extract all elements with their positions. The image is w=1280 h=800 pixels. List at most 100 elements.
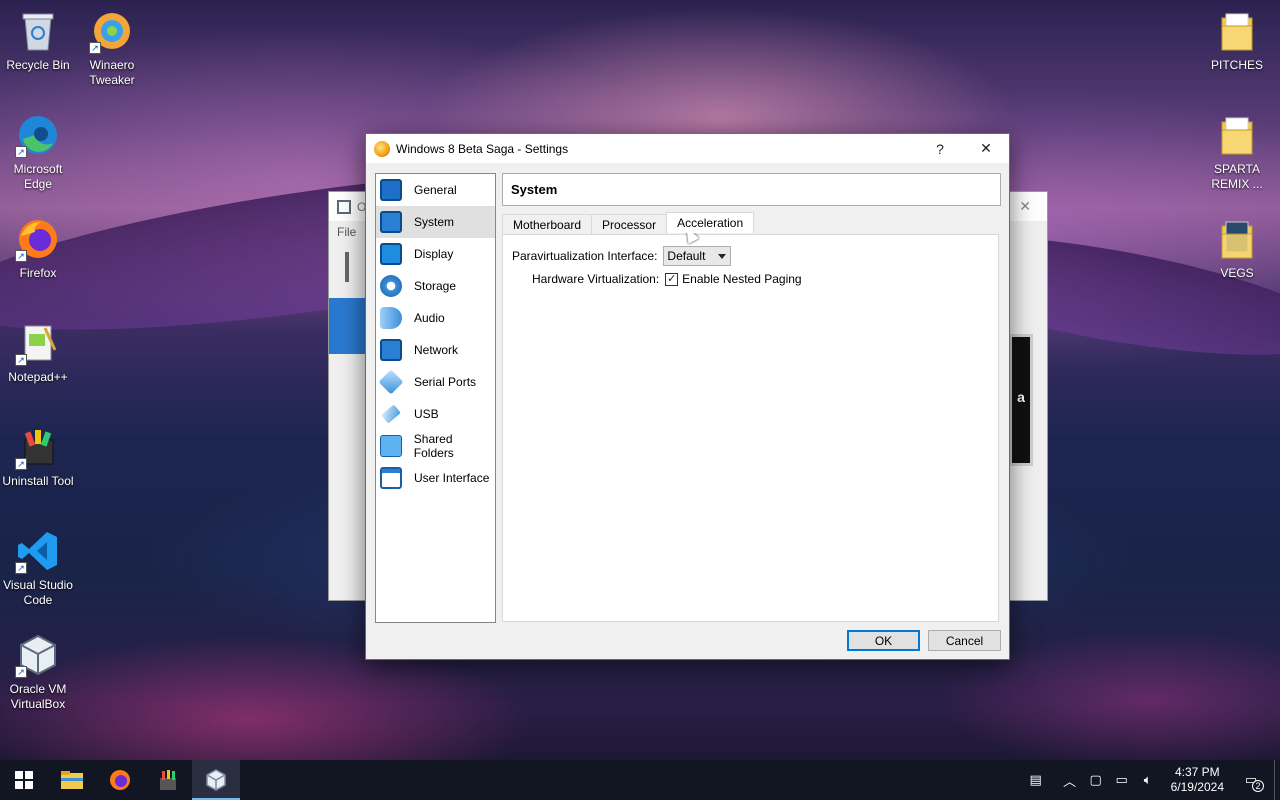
chevron-down-icon [718,254,727,259]
tab-motherboard[interactable]: Motherboard [502,214,593,235]
nav-item-label: Network [414,343,459,357]
taskbar-virtualbox[interactable] [192,760,240,800]
meet-now-icon[interactable]: ▢ [1085,770,1107,790]
system-icon [380,211,402,233]
desktop-icon-uninstall-tool[interactable]: ↗ Uninstall Tool [0,424,76,489]
dialog-title: Windows 8 Beta Saga - Settings [396,141,569,156]
nav-item-label: USB [414,407,439,421]
network-icon[interactable]: ▭ [1111,770,1133,790]
volume-icon[interactable]: 🔈︎ [1137,770,1159,790]
system-tray: ▤ ︿ ▢ ▭ 🔈︎ 4:37 PM 6/19/2024 ▭ 2 [1023,760,1280,800]
taskbar-uninstall-tool[interactable] [144,760,192,800]
nav-item-label: Display [414,247,454,261]
notification-center-icon[interactable]: ▭ 2 [1236,770,1266,792]
taskbar-firefox[interactable] [96,760,144,800]
virtualbox-icon: ↗ [15,632,61,678]
desktop-icon-label: PITCHES [1210,58,1263,72]
desktop-icon-label: Winaero Tweaker [89,58,135,87]
news-widget-icon[interactable]: ▤ [1025,770,1047,790]
section-title: System [502,173,1001,206]
shared-folders-icon [380,435,402,457]
desktop-icon-label: SPARTA REMIX ... [1211,162,1263,191]
desktop-icon-sparta-remix[interactable]: SPARTA REMIX ... [1199,112,1275,192]
paravirt-label: Paravirtualization Interface: [512,249,658,263]
cancel-button[interactable]: Cancel [928,630,1001,651]
user-interface-icon [380,467,402,489]
nav-item-shared-folders[interactable]: Shared Folders [376,430,495,462]
desktop-icon-pitches[interactable]: PITCHES [1199,8,1275,73]
ok-button[interactable]: OK [847,630,920,651]
close-icon[interactable]: ✕ [1019,198,1031,215]
tab-acceleration[interactable]: Acceleration [666,212,755,233]
start-button[interactable] [0,760,48,800]
display-icon [380,243,402,265]
nav-item-usb[interactable]: USB [376,398,495,430]
nav-item-user-interface[interactable]: User Interface [376,462,495,494]
nav-item-storage[interactable]: Storage [376,270,495,302]
nested-paging-label[interactable]: Enable Nested Paging [682,272,801,286]
nav-item-system[interactable]: System [376,206,495,238]
nav-item-label: System [414,215,455,229]
nav-item-label: Storage [414,279,457,293]
desktop-icon-winaero-tweaker[interactable]: ↗ Winaero Tweaker [74,8,150,88]
paravirt-value: Default [667,249,706,263]
desktop-icon-vscode[interactable]: ↗ Visual Studio Code [0,528,76,608]
nested-paging-checkbox[interactable]: ✓ [665,272,679,286]
network-icon [380,339,402,361]
notification-count: 2 [1252,780,1264,792]
desktop-icon-edge[interactable]: ↗ Microsoft Edge [0,112,76,192]
nav-item-serial-ports[interactable]: Serial Ports [376,366,495,398]
firefox-icon: ↗ [15,216,61,262]
desktop-icon-notepadpp[interactable]: ↗ Notepad++ [0,320,76,385]
settings-dialog[interactable]: Windows 8 Beta Saga - Settings ? ✕ Gener… [365,133,1010,660]
clock[interactable]: 4:37 PM 6/19/2024 [1171,765,1224,795]
acceleration-panel: Paravirtualization Interface: Default Ha… [502,234,999,622]
vscode-icon: ↗ [15,528,61,574]
desktop-icon-label: Firefox [19,266,57,280]
desktop-icon-label: VEGS [1220,266,1254,280]
windows-start-icon [15,771,33,789]
firefox-icon [110,770,130,790]
vm-settings-icon [374,140,390,157]
desktop-icon-label: Notepad++ [8,370,68,384]
folder-icon [1214,216,1260,262]
taskbar-file-explorer[interactable] [48,760,96,800]
desktop-icon-label: Oracle VM VirtualBox [9,682,67,711]
paravirt-row: Paravirtualization Interface: Default [512,246,732,266]
serial-ports-icon [378,369,404,395]
audio-icon [380,307,402,329]
close-button[interactable]: ✕ [963,134,1009,163]
recycle-bin-icon [15,8,61,54]
notepadpp-icon: ↗ [15,320,61,366]
nav-item-label: General [414,183,457,197]
nav-item-display[interactable]: Display [376,238,495,270]
desktop-icon-firefox[interactable]: ↗ Firefox [0,216,76,281]
vm-preview: a [1009,334,1033,466]
desktop-icon-label: Microsoft Edge [13,162,63,191]
hwvirt-row: Hardware Virtualization: ✓ Enable Nested… [532,272,802,286]
nav-item-label: Audio [414,311,445,325]
paravirt-select[interactable]: Default [663,246,732,266]
nav-item-audio[interactable]: Audio [376,302,495,334]
folder-icon [1214,112,1260,158]
uninstall-tool-icon: ↗ [15,424,61,470]
uninstall-tool-icon [160,770,176,790]
desktop-icon-recycle-bin[interactable]: Recycle Bin [0,8,76,73]
nav-item-network[interactable]: Network [376,334,495,366]
chevron-up-icon[interactable]: ︿ [1059,770,1081,790]
selected-vm-row[interactable] [329,298,365,354]
edge-icon: ↗ [15,112,61,158]
usb-icon [381,404,401,424]
desktop-icon-label: Recycle Bin [6,58,70,72]
nav-item-label: Serial Ports [414,375,477,389]
show-desktop-button[interactable] [1274,760,1280,800]
file-explorer-icon [61,771,83,789]
tab-processor[interactable]: Processor [591,214,668,235]
help-button[interactable]: ? [917,134,963,163]
desktop-icon-virtualbox[interactable]: ↗ Oracle VM VirtualBox [0,632,76,712]
folder-icon [1214,8,1260,54]
virtualbox-icon [206,769,226,791]
desktop-icon-vegs[interactable]: VEGS [1199,216,1275,281]
dialog-titlebar[interactable]: Windows 8 Beta Saga - Settings ? ✕ [366,134,1009,163]
nav-item-general[interactable]: General [376,174,495,206]
